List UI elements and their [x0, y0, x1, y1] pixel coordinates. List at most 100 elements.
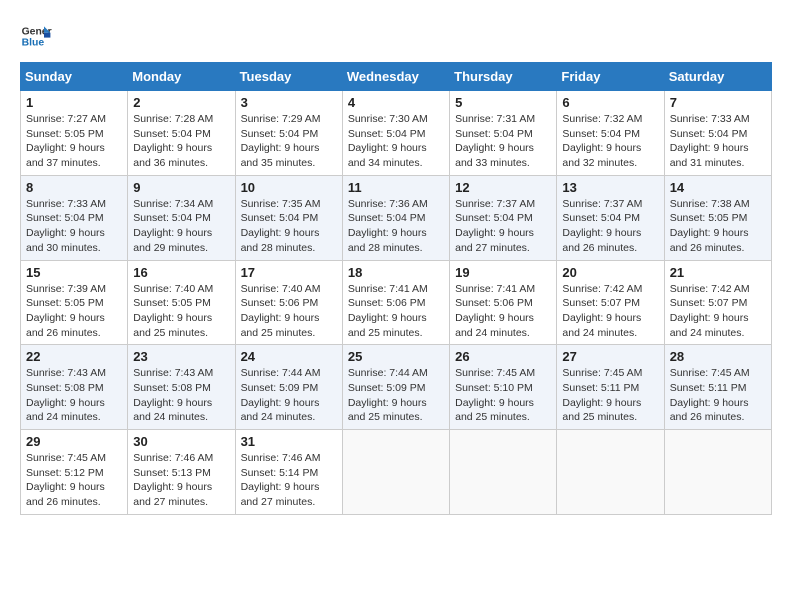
daylight-label: Daylight: 9 hours and 26 minutes.: [26, 481, 105, 508]
day-number: 10: [241, 180, 337, 195]
calendar-cell: [557, 430, 664, 515]
sunset-label: Sunset: 5:06 PM: [241, 297, 319, 309]
sunset-label: Sunset: 5:11 PM: [670, 382, 747, 394]
day-number: 17: [241, 265, 337, 280]
daylight-label: Daylight: 9 hours and 28 minutes.: [348, 227, 427, 254]
calendar-cell: 30 Sunrise: 7:46 AM Sunset: 5:13 PM Dayl…: [128, 430, 235, 515]
sunset-label: Sunset: 5:04 PM: [562, 128, 640, 140]
sunrise-label: Sunrise: 7:39 AM: [26, 283, 106, 295]
calendar-cell: 14 Sunrise: 7:38 AM Sunset: 5:05 PM Dayl…: [664, 175, 771, 260]
daylight-label: Daylight: 9 hours and 24 minutes.: [26, 397, 105, 424]
daylight-label: Daylight: 9 hours and 24 minutes.: [241, 397, 320, 424]
day-info: Sunrise: 7:38 AM Sunset: 5:05 PM Dayligh…: [670, 197, 766, 256]
sunrise-label: Sunrise: 7:46 AM: [241, 452, 321, 464]
daylight-label: Daylight: 9 hours and 24 minutes.: [562, 312, 641, 339]
sunrise-label: Sunrise: 7:28 AM: [133, 113, 213, 125]
day-number: 5: [455, 95, 551, 110]
sunrise-label: Sunrise: 7:31 AM: [455, 113, 535, 125]
sunset-label: Sunset: 5:12 PM: [26, 467, 104, 479]
day-number: 30: [133, 434, 229, 449]
daylight-label: Daylight: 9 hours and 25 minutes.: [133, 312, 212, 339]
sunset-label: Sunset: 5:05 PM: [133, 297, 211, 309]
day-info: Sunrise: 7:45 AM Sunset: 5:12 PM Dayligh…: [26, 451, 122, 510]
calendar-cell: 25 Sunrise: 7:44 AM Sunset: 5:09 PM Dayl…: [342, 345, 449, 430]
day-info: Sunrise: 7:37 AM Sunset: 5:04 PM Dayligh…: [455, 197, 551, 256]
daylight-label: Daylight: 9 hours and 26 minutes.: [670, 227, 749, 254]
day-number: 14: [670, 180, 766, 195]
day-number: 12: [455, 180, 551, 195]
sunrise-label: Sunrise: 7:40 AM: [241, 283, 321, 295]
day-info: Sunrise: 7:33 AM Sunset: 5:04 PM Dayligh…: [670, 112, 766, 171]
day-info: Sunrise: 7:45 AM Sunset: 5:11 PM Dayligh…: [670, 366, 766, 425]
day-info: Sunrise: 7:32 AM Sunset: 5:04 PM Dayligh…: [562, 112, 658, 171]
daylight-label: Daylight: 9 hours and 37 minutes.: [26, 142, 105, 169]
sunrise-label: Sunrise: 7:33 AM: [26, 198, 106, 210]
logo-icon: General Blue: [20, 20, 52, 52]
day-info: Sunrise: 7:42 AM Sunset: 5:07 PM Dayligh…: [670, 282, 766, 341]
day-info: Sunrise: 7:31 AM Sunset: 5:04 PM Dayligh…: [455, 112, 551, 171]
calendar-cell: 3 Sunrise: 7:29 AM Sunset: 5:04 PM Dayli…: [235, 91, 342, 176]
day-info: Sunrise: 7:40 AM Sunset: 5:05 PM Dayligh…: [133, 282, 229, 341]
daylight-label: Daylight: 9 hours and 35 minutes.: [241, 142, 320, 169]
calendar-cell: 5 Sunrise: 7:31 AM Sunset: 5:04 PM Dayli…: [450, 91, 557, 176]
calendar-cell: 19 Sunrise: 7:41 AM Sunset: 5:06 PM Dayl…: [450, 260, 557, 345]
day-number: 26: [455, 349, 551, 364]
calendar-cell: 23 Sunrise: 7:43 AM Sunset: 5:08 PM Dayl…: [128, 345, 235, 430]
day-info: Sunrise: 7:34 AM Sunset: 5:04 PM Dayligh…: [133, 197, 229, 256]
daylight-label: Daylight: 9 hours and 26 minutes.: [670, 397, 749, 424]
svg-text:Blue: Blue: [22, 38, 45, 49]
calendar-cell: 31 Sunrise: 7:46 AM Sunset: 5:14 PM Dayl…: [235, 430, 342, 515]
sunrise-label: Sunrise: 7:44 AM: [348, 367, 428, 379]
sunrise-label: Sunrise: 7:44 AM: [241, 367, 321, 379]
calendar-table: SundayMondayTuesdayWednesdayThursdayFrid…: [20, 62, 772, 515]
sunrise-label: Sunrise: 7:42 AM: [562, 283, 642, 295]
sunrise-label: Sunrise: 7:36 AM: [348, 198, 428, 210]
day-info: Sunrise: 7:41 AM Sunset: 5:06 PM Dayligh…: [348, 282, 444, 341]
sunset-label: Sunset: 5:11 PM: [562, 382, 639, 394]
daylight-label: Daylight: 9 hours and 33 minutes.: [455, 142, 534, 169]
sunrise-label: Sunrise: 7:43 AM: [133, 367, 213, 379]
calendar-cell: 13 Sunrise: 7:37 AM Sunset: 5:04 PM Dayl…: [557, 175, 664, 260]
day-number: 9: [133, 180, 229, 195]
sunset-label: Sunset: 5:04 PM: [348, 212, 426, 224]
calendar-cell: 16 Sunrise: 7:40 AM Sunset: 5:05 PM Dayl…: [128, 260, 235, 345]
day-number: 21: [670, 265, 766, 280]
day-info: Sunrise: 7:45 AM Sunset: 5:11 PM Dayligh…: [562, 366, 658, 425]
day-number: 6: [562, 95, 658, 110]
daylight-label: Daylight: 9 hours and 25 minutes.: [241, 312, 320, 339]
day-number: 31: [241, 434, 337, 449]
calendar-week-5: 29 Sunrise: 7:45 AM Sunset: 5:12 PM Dayl…: [21, 430, 772, 515]
day-info: Sunrise: 7:28 AM Sunset: 5:04 PM Dayligh…: [133, 112, 229, 171]
sunset-label: Sunset: 5:04 PM: [133, 212, 211, 224]
sunset-label: Sunset: 5:13 PM: [133, 467, 211, 479]
weekday-header-sunday: Sunday: [21, 63, 128, 91]
calendar-week-2: 8 Sunrise: 7:33 AM Sunset: 5:04 PM Dayli…: [21, 175, 772, 260]
day-number: 22: [26, 349, 122, 364]
sunset-label: Sunset: 5:04 PM: [26, 212, 104, 224]
day-info: Sunrise: 7:41 AM Sunset: 5:06 PM Dayligh…: [455, 282, 551, 341]
day-number: 23: [133, 349, 229, 364]
weekday-header-row: SundayMondayTuesdayWednesdayThursdayFrid…: [21, 63, 772, 91]
sunset-label: Sunset: 5:09 PM: [241, 382, 319, 394]
logo: General Blue: [20, 20, 56, 52]
sunrise-label: Sunrise: 7:27 AM: [26, 113, 106, 125]
daylight-label: Daylight: 9 hours and 27 minutes.: [241, 481, 320, 508]
calendar-cell: 27 Sunrise: 7:45 AM Sunset: 5:11 PM Dayl…: [557, 345, 664, 430]
day-info: Sunrise: 7:30 AM Sunset: 5:04 PM Dayligh…: [348, 112, 444, 171]
calendar-week-3: 15 Sunrise: 7:39 AM Sunset: 5:05 PM Dayl…: [21, 260, 772, 345]
sunset-label: Sunset: 5:04 PM: [348, 128, 426, 140]
daylight-label: Daylight: 9 hours and 25 minutes.: [348, 397, 427, 424]
daylight-label: Daylight: 9 hours and 36 minutes.: [133, 142, 212, 169]
daylight-label: Daylight: 9 hours and 27 minutes.: [133, 481, 212, 508]
day-info: Sunrise: 7:29 AM Sunset: 5:04 PM Dayligh…: [241, 112, 337, 171]
sunset-label: Sunset: 5:05 PM: [26, 297, 104, 309]
weekday-header-friday: Friday: [557, 63, 664, 91]
day-number: 19: [455, 265, 551, 280]
page-header: General Blue: [20, 20, 772, 52]
day-info: Sunrise: 7:43 AM Sunset: 5:08 PM Dayligh…: [26, 366, 122, 425]
sunset-label: Sunset: 5:14 PM: [241, 467, 319, 479]
calendar-cell: 10 Sunrise: 7:35 AM Sunset: 5:04 PM Dayl…: [235, 175, 342, 260]
daylight-label: Daylight: 9 hours and 25 minutes.: [455, 397, 534, 424]
daylight-label: Daylight: 9 hours and 27 minutes.: [455, 227, 534, 254]
calendar-cell: 9 Sunrise: 7:34 AM Sunset: 5:04 PM Dayli…: [128, 175, 235, 260]
